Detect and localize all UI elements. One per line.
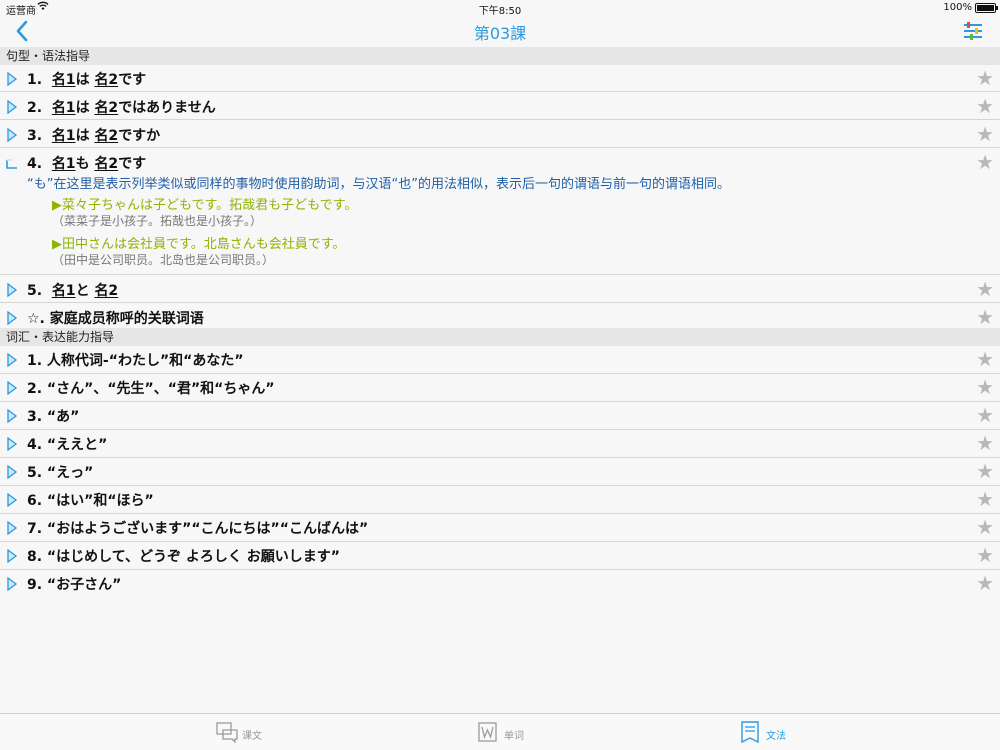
grammar-item-label: ☆. 家庭成员称呼的关联词语 (27, 311, 204, 327)
favorite-star-icon[interactable]: ★ (976, 152, 994, 172)
tab-words[interactable]: 单词 (478, 721, 524, 745)
favorite-star-icon[interactable]: ★ (976, 489, 994, 509)
collapse-arrow-icon[interactable] (6, 156, 18, 170)
favorite-star-icon[interactable]: ★ (976, 279, 994, 299)
example-japanese: ▶田中さんは会社員です。北島さんも会社員です。 (52, 237, 346, 252)
favorite-star-icon[interactable]: ★ (976, 124, 994, 144)
favorite-star-icon[interactable]: ★ (976, 433, 994, 453)
vocab-item-7[interactable]: 7. “おはようございます”“こんにちは”“こんばんは” ★ (0, 514, 1000, 542)
favorite-star-icon[interactable]: ★ (976, 545, 994, 565)
grammar-item-3[interactable]: 3. 名1は 名2ですか ★ (0, 121, 1000, 148)
vocab-item-1[interactable]: 1. 人称代词-“わたし”和“あなた” ★ (0, 346, 1000, 374)
favorite-star-icon[interactable]: ★ (976, 68, 994, 88)
expand-arrow-icon[interactable] (6, 437, 18, 451)
expand-arrow-icon[interactable] (6, 409, 18, 423)
vocab-item-label: 9. “お子さん” (27, 577, 122, 593)
vocab-item-2[interactable]: 2. “さん”、“先生”、“君”和“ちゃん” ★ (0, 374, 1000, 402)
favorite-star-icon[interactable]: ★ (976, 461, 994, 481)
vocab-item-label: 5. “えっ” (27, 465, 94, 481)
word-document-icon (478, 722, 497, 742)
battery-percent: 100% (943, 2, 972, 13)
expand-arrow-icon[interactable] (6, 283, 18, 297)
grammar-item-label: 3. 名1は 名2ですか (27, 128, 161, 144)
vocab-item-6[interactable]: 6. “はい”和“ほら” ★ (0, 486, 1000, 514)
battery-icon (975, 3, 998, 13)
grammar-explanation: “も”在这里是表示列举类似或同样的事物时使用韵助词，与汉语“也”的用法相似，表示… (27, 177, 730, 192)
tab-bar: 课文 单词 文法 (0, 713, 1000, 750)
expand-arrow-icon[interactable] (6, 72, 18, 86)
settings-sliders-icon[interactable] (962, 21, 984, 41)
expand-arrow-icon[interactable] (6, 465, 18, 479)
example-translation: （田中是公司职员。北岛也是公司职员。） (52, 253, 275, 267)
favorite-star-icon[interactable]: ★ (976, 573, 994, 593)
grammar-item-6[interactable]: ☆. 家庭成员称呼的关联词语 ★ (0, 304, 1000, 328)
grammar-item-5[interactable]: 5. 名1と 名2 ★ (0, 276, 1000, 303)
vocab-item-4[interactable]: 4. “ええと” ★ (0, 430, 1000, 458)
vocab-item-label: 4. “ええと” (27, 437, 108, 453)
expand-arrow-icon[interactable] (6, 549, 18, 563)
favorite-star-icon[interactable]: ★ (976, 405, 994, 425)
vocab-item-label: 2. “さん”、“先生”、“君”和“ちゃん” (27, 381, 275, 397)
grammar-item-label: 1. 名1は 名2です (27, 72, 147, 88)
status-bar: 运营商 下午8:50 100% (0, 0, 1000, 17)
expand-arrow-icon[interactable] (6, 128, 18, 142)
example-translation: （菜菜子是小孩子。拓哉也是小孩子。） (52, 214, 263, 228)
expand-arrow-icon[interactable] (6, 381, 18, 395)
section-header-grammar: 句型・语法指导 (0, 47, 1000, 65)
favorite-star-icon[interactable]: ★ (976, 377, 994, 397)
favorite-star-icon[interactable]: ★ (976, 349, 994, 369)
tab-grammar[interactable]: 文法 (740, 721, 786, 745)
section-header-vocab: 词汇・表达能力指导 (0, 328, 1000, 346)
tab-text[interactable]: 课文 (216, 721, 262, 745)
grammar-item-1[interactable]: 1. 名1は 名2です ★ (0, 65, 1000, 92)
vocab-item-8[interactable]: 8. “はじめして、どうぞ よろしく お願いします” ★ (0, 542, 1000, 570)
vocab-item-3[interactable]: 3. “あ” ★ (0, 402, 1000, 430)
grammar-item-label: 5. 名1と 名2 (27, 283, 119, 299)
favorite-star-icon[interactable]: ★ (976, 307, 994, 327)
expand-arrow-icon[interactable] (6, 311, 18, 325)
book-icon (741, 721, 759, 744)
vocab-item-label: 8. “はじめして、どうぞ よろしく お願いします” (27, 549, 340, 565)
tab-label: 文法 (766, 731, 786, 742)
grammar-item-label: 4. 名1も 名2です (27, 156, 147, 172)
tab-label: 课文 (242, 731, 262, 742)
example-japanese: ▶菜々子ちゃんは子どもです。拓哉君も子どもです。 (52, 198, 358, 213)
favorite-star-icon[interactable]: ★ (976, 517, 994, 537)
chat-bubbles-icon (216, 722, 238, 744)
vocab-item-label: 3. “あ” (27, 409, 80, 425)
navigation-bar: 第03課 (0, 16, 1000, 46)
expand-arrow-icon[interactable] (6, 353, 18, 367)
expand-arrow-icon[interactable] (6, 521, 18, 535)
vocab-item-9[interactable]: 9. “お子さん” ★ (0, 570, 1000, 598)
vocab-item-label: 7. “おはようございます”“こんにちは”“こんばんは” (27, 521, 369, 537)
favorite-star-icon[interactable]: ★ (976, 96, 994, 116)
vocab-item-5[interactable]: 5. “えっ” ★ (0, 458, 1000, 486)
grammar-item-2[interactable]: 2. 名1は 名2ではありません ★ (0, 93, 1000, 120)
tab-label: 单词 (504, 731, 524, 742)
vocab-item-label: 6. “はい”和“ほら” (27, 493, 154, 509)
vocab-item-label: 1. 人称代词-“わたし”和“あなた” (27, 353, 244, 369)
grammar-item-4-expanded[interactable]: 4. 名1も 名2です ★ “も”在这里是表示列举类似或同样的事物时使用韵助词，… (0, 149, 1000, 275)
expand-arrow-icon[interactable] (6, 577, 18, 591)
page-title: 第03課 (473, 24, 527, 43)
expand-arrow-icon[interactable] (6, 100, 18, 114)
expand-arrow-icon[interactable] (6, 493, 18, 507)
clock: 下午8:50 (478, 6, 522, 17)
grammar-item-label: 2. 名1は 名2ではありません (27, 100, 216, 116)
